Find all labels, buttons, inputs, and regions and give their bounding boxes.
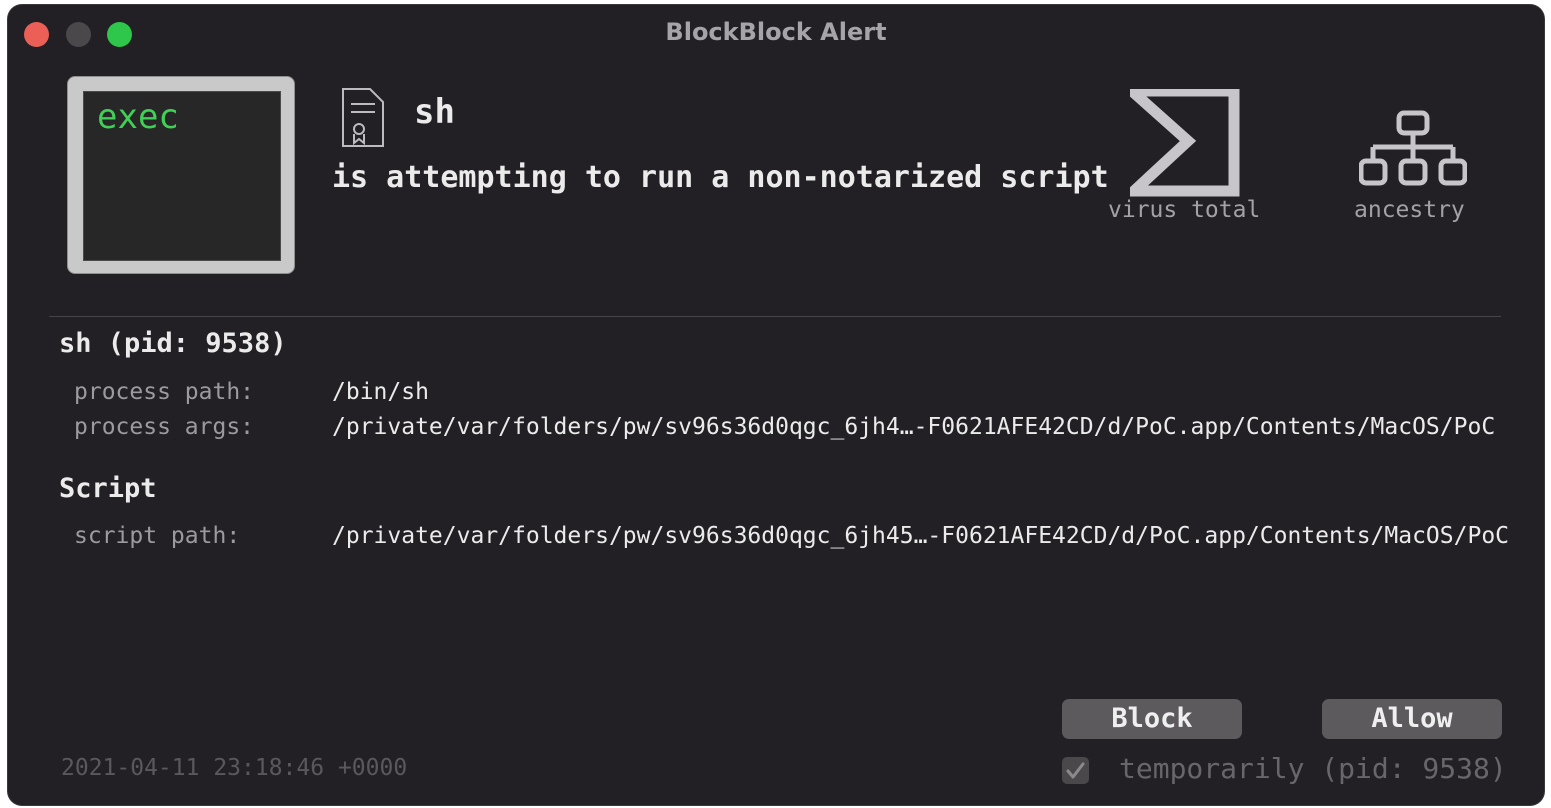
process-heading: sh (pid: 9538) xyxy=(59,328,287,359)
certificate-icon xyxy=(342,88,384,147)
process-args-label: process args: xyxy=(74,414,255,440)
process-path-label: process path: xyxy=(74,379,255,405)
temporarily-label: temporarily (pid: 9538) xyxy=(1119,752,1507,785)
script-path-value: /private/var/folders/pw/sv96s36d0qgc_6jh… xyxy=(332,523,1510,549)
alert-timestamp: 2021-04-11 23:18:46 +0000 xyxy=(61,755,408,781)
terminal-screen: exec xyxy=(83,91,281,261)
alert-message: is attempting to run a non-notarized scr… xyxy=(332,160,1109,195)
window-title: BlockBlock Alert xyxy=(665,18,887,46)
script-path-label: script path: xyxy=(74,523,241,549)
alert-window: BlockBlock Alert exec sh is attempting t… xyxy=(8,5,1544,805)
allow-button[interactable]: Allow xyxy=(1322,699,1502,739)
ancestry-tree-icon xyxy=(1359,110,1467,186)
virus-total-icon xyxy=(1130,89,1240,197)
virus-total-button[interactable]: virus total xyxy=(1108,89,1264,229)
divider xyxy=(49,316,1501,317)
temporarily-checkbox[interactable] xyxy=(1062,757,1089,784)
exec-label: exec xyxy=(97,97,179,137)
ancestry-button[interactable]: ancestry xyxy=(1354,105,1474,229)
ancestry-label: ancestry xyxy=(1354,197,1465,223)
script-heading: Script xyxy=(59,473,157,504)
checkmark-icon xyxy=(1066,762,1085,779)
title-bar: BlockBlock Alert xyxy=(8,5,1544,59)
process-path-value: /bin/sh xyxy=(332,379,429,405)
process-args-value: /private/var/folders/pw/sv96s36d0qgc_6jh… xyxy=(332,414,1496,440)
block-button[interactable]: Block xyxy=(1062,699,1242,739)
exec-type-icon: exec xyxy=(67,76,295,274)
process-name: sh xyxy=(414,92,455,132)
virus-total-label: virus total xyxy=(1108,197,1261,223)
